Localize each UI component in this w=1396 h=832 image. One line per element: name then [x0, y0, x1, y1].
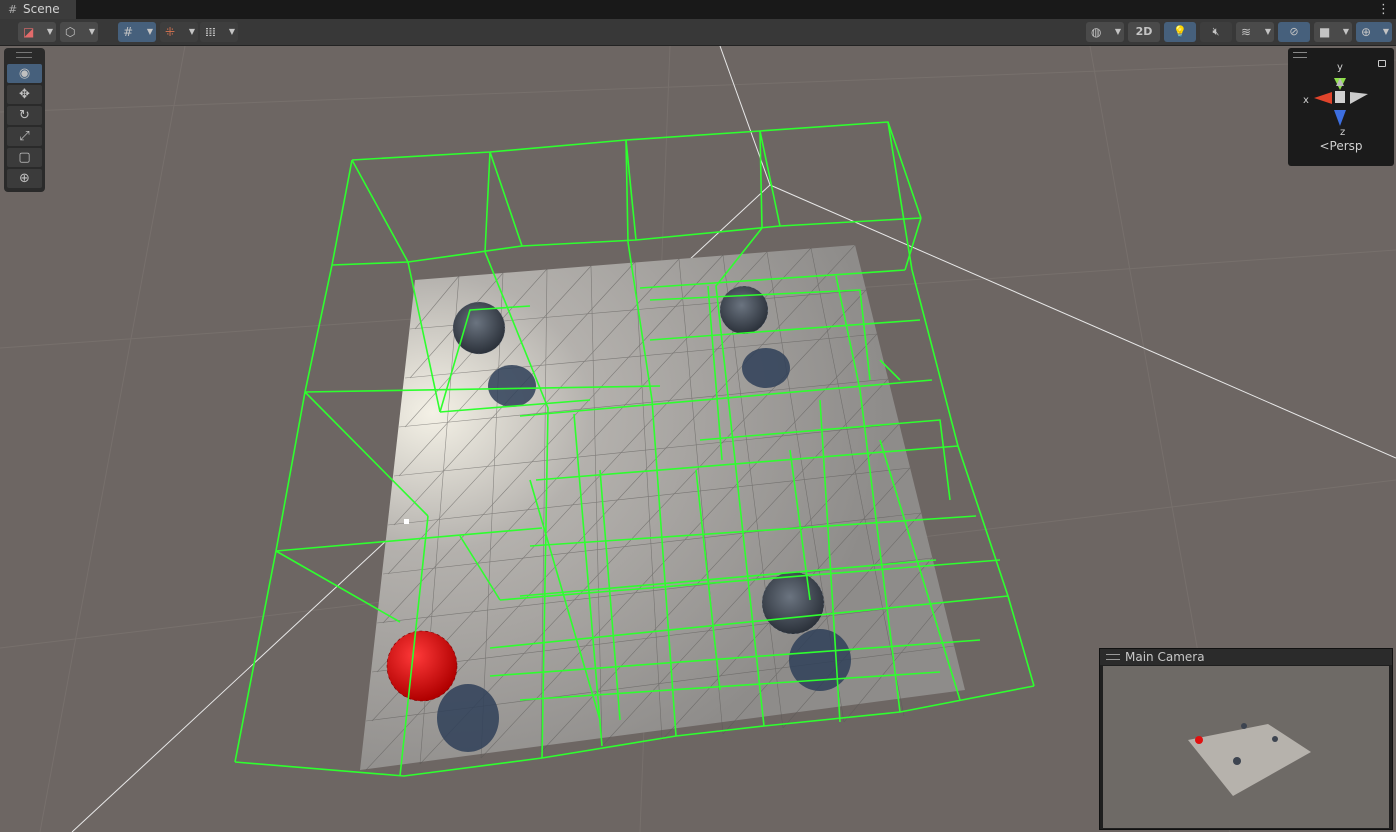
kebab-menu-icon[interactable]: ⋮: [1377, 0, 1390, 19]
chevron-down-icon: ▼: [1114, 27, 1121, 36]
chevron-down-icon: ▼: [1342, 27, 1349, 36]
tab-bar: # Scene ⋮: [0, 0, 1396, 19]
tab-scene-label: Scene: [23, 2, 60, 16]
globe-icon: ◍: [1091, 25, 1102, 39]
toggle-2d-label: 2D: [1135, 25, 1153, 38]
snap-increment-icon: ⁜: [165, 25, 176, 39]
drag-handle[interactable]: [16, 52, 32, 58]
audio-mute-icon: 🔇︎: [1212, 25, 1220, 38]
drag-handle[interactable]: [1106, 653, 1120, 660]
effects-button[interactable]: ≋ ▼: [1236, 22, 1274, 42]
visibility-hidden-icon: ⊘: [1289, 25, 1299, 38]
hidden-objects-toggle-button[interactable]: ⊘: [1278, 22, 1310, 42]
neg-x-axis-cone[interactable]: [1350, 92, 1368, 104]
camera-icon: ■: [1319, 25, 1331, 39]
preview-ground-plane: [1188, 724, 1311, 796]
x-axis-cone[interactable]: [1314, 92, 1332, 104]
chevron-down-icon: ▼: [1264, 27, 1271, 36]
render-cube-icon: ⬡: [65, 25, 76, 39]
axis-gizmo[interactable]: y x z: [1288, 48, 1394, 140]
chevron-down-icon: ▼: [188, 27, 195, 36]
gizmo-center-cube[interactable]: [1335, 91, 1345, 103]
audio-toggle-button[interactable]: 🔇︎: [1200, 22, 1232, 42]
camera-preview-overlay: Main Camera: [1099, 648, 1393, 830]
chevron-down-icon: ▼: [146, 27, 153, 36]
eye-icon: ◉: [18, 66, 31, 81]
draw-mode-button[interactable]: ◪ ▼: [18, 22, 56, 42]
move-tool[interactable]: ✥: [7, 85, 42, 104]
selection-handle: [404, 519, 409, 524]
sphere-dark-3[interactable]: [761, 571, 825, 635]
camera-settings-button[interactable]: ■ ▼: [1314, 22, 1352, 42]
rotate-icon: ↻: [19, 108, 30, 123]
grid-icon: #: [8, 3, 18, 16]
draw-mode-globe-button[interactable]: ◍ ▼: [1086, 22, 1124, 42]
projection-toggle[interactable]: <Persp: [1288, 139, 1394, 153]
transform-tool[interactable]: ⊕: [7, 169, 42, 188]
scale-icon: ⤢: [19, 129, 30, 144]
gizmos-button[interactable]: ⊕ ▼: [1356, 22, 1392, 42]
effects-layers-icon: ≋: [1241, 25, 1252, 39]
snap-increment-button[interactable]: ⁜ ▼: [160, 22, 198, 42]
view-tool[interactable]: ◉: [7, 64, 42, 83]
sphere-red[interactable]: [386, 630, 458, 702]
gizmos-icon: ⊕: [1361, 25, 1372, 39]
scale-tool[interactable]: ⤢: [7, 127, 42, 146]
tool-palette: ◉ ✥ ↻ ⤢ ▢ ⊕: [4, 48, 45, 192]
lightbulb-icon: 💡: [1173, 25, 1187, 38]
tab-scene[interactable]: # Scene: [0, 0, 76, 19]
transform-icon: ⊕: [19, 171, 30, 186]
camera-preview-render: [1188, 723, 1311, 796]
preview-sphere-dark-3: [1233, 757, 1241, 765]
lighting-toggle-button[interactable]: 💡: [1164, 22, 1196, 42]
preview-sphere-dark-1: [1241, 723, 1247, 729]
rect-tool[interactable]: ▢: [7, 148, 42, 167]
gizmo-y-label: y: [1337, 62, 1343, 73]
camera-preview-title: Main Camera: [1125, 650, 1205, 664]
preview-sphere-red: [1195, 736, 1203, 744]
chevron-down-icon: ▼: [88, 27, 95, 36]
grid-snap-icon: #: [123, 25, 134, 39]
ruler-button[interactable]: 𝍖 ▼: [200, 22, 238, 42]
sphere-dark-2[interactable]: [719, 285, 769, 335]
preview-sphere-dark-2: [1272, 736, 1278, 742]
chevron-down-icon: ▼: [1382, 27, 1389, 36]
render-mode-button[interactable]: ⬡ ▼: [60, 22, 98, 42]
chevron-down-icon: ▼: [46, 27, 53, 36]
rect-transform-icon: ▢: [18, 150, 31, 165]
gizmo-z-label: z: [1340, 127, 1345, 138]
orientation-gizmo[interactable]: y x z <Persp: [1288, 48, 1394, 166]
draw-mode-icon: ◪: [23, 25, 35, 39]
perspective-icon: <: [1319, 139, 1330, 153]
camera-preview-view: [1103, 666, 1389, 828]
scene-toolbar: ◪ ▼ ⬡ ▼ # ▼ ⁜ ▼ 𝍖 ▼ ◍ ▼ 2D 💡 🔇︎ ≋ ▼ ⊘ ■ ▼ ⊕ ▼: [0, 19, 1396, 46]
grid-snap-button[interactable]: # ▼: [118, 22, 156, 42]
ruler-icon: 𝍖: [205, 25, 216, 39]
projection-label: Persp: [1329, 139, 1363, 153]
z-axis-cone[interactable]: [1334, 110, 1346, 126]
gizmo-x-label: x: [1303, 95, 1309, 106]
toggle-2d-button[interactable]: 2D: [1128, 22, 1160, 42]
move-arrows-icon: ✥: [19, 87, 30, 102]
chevron-down-icon: ▼: [228, 27, 235, 36]
camera-preview-header[interactable]: Main Camera: [1100, 649, 1392, 665]
rotate-tool[interactable]: ↻: [7, 106, 42, 125]
